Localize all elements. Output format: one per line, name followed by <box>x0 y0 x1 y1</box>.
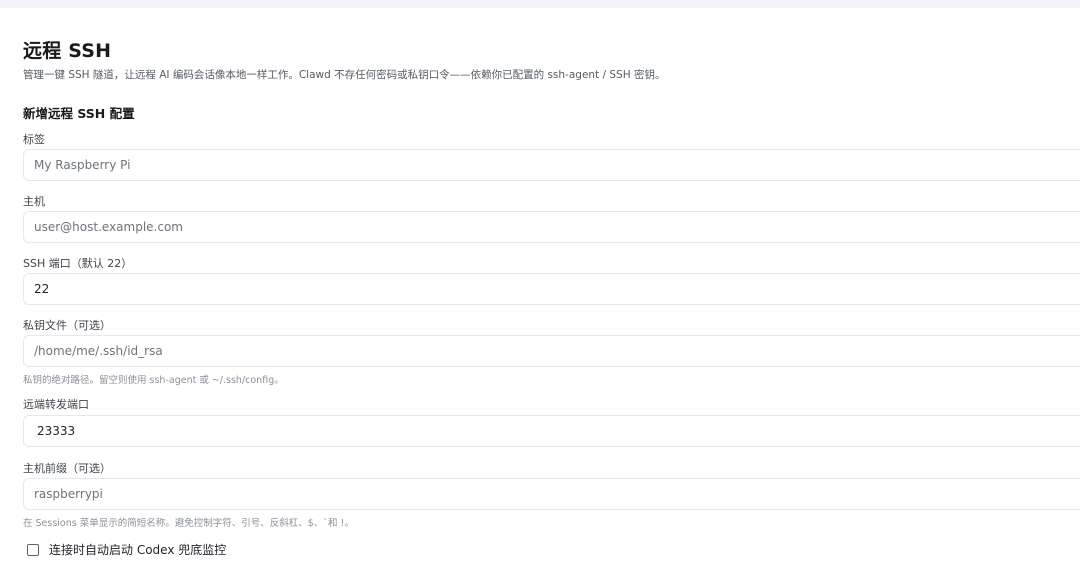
key-file-hint: 私钥的绝对路径。留空则使用 ssh-agent 或 ~/.ssh/config。 <box>23 375 284 386</box>
label-input[interactable] <box>23 149 1080 181</box>
top-bar <box>0 0 1080 8</box>
remote-ssh-page: 远程 SSH 管理一键 SSH 隧道，让远程 AI 编码会话像本地一样工作。Cl… <box>23 8 1080 585</box>
label-field-label: 标签 <box>23 133 45 146</box>
page-title: 远程 SSH <box>23 40 112 62</box>
remote-port-field-label: 远端转发端口 <box>23 398 89 411</box>
host-prefix-hint: 在 Sessions 菜单显示的简短名称。避免控制字符、引号、反斜杠、$、`和 … <box>23 518 354 529</box>
page-description: 管理一键 SSH 隧道，让远程 AI 编码会话像本地一样工作。Clawd 不存任… <box>23 69 666 81</box>
host-prefix-input[interactable] <box>23 478 1080 510</box>
host-field-label: 主机 <box>23 195 45 208</box>
host-prefix-field-label: 主机前缀（可选） <box>23 462 111 475</box>
auto-codex-checkbox-row[interactable]: 连接时自动启动 Codex 兜底监控 <box>27 541 226 558</box>
section-title: 新增远程 SSH 配置 <box>23 106 135 121</box>
key-file-field-label: 私钥文件（可选） <box>23 319 111 332</box>
host-input[interactable] <box>23 211 1080 243</box>
port-field-label: SSH 端口（默认 22） <box>23 257 133 270</box>
auto-codex-checkbox-label[interactable]: 连接时自动启动 Codex 兜底监控 <box>49 541 226 558</box>
ssh-port-input[interactable] <box>23 273 1080 305</box>
remote-port-input[interactable] <box>23 415 1080 447</box>
auto-codex-checkbox[interactable] <box>27 543 39 556</box>
key-file-input[interactable] <box>23 335 1080 367</box>
